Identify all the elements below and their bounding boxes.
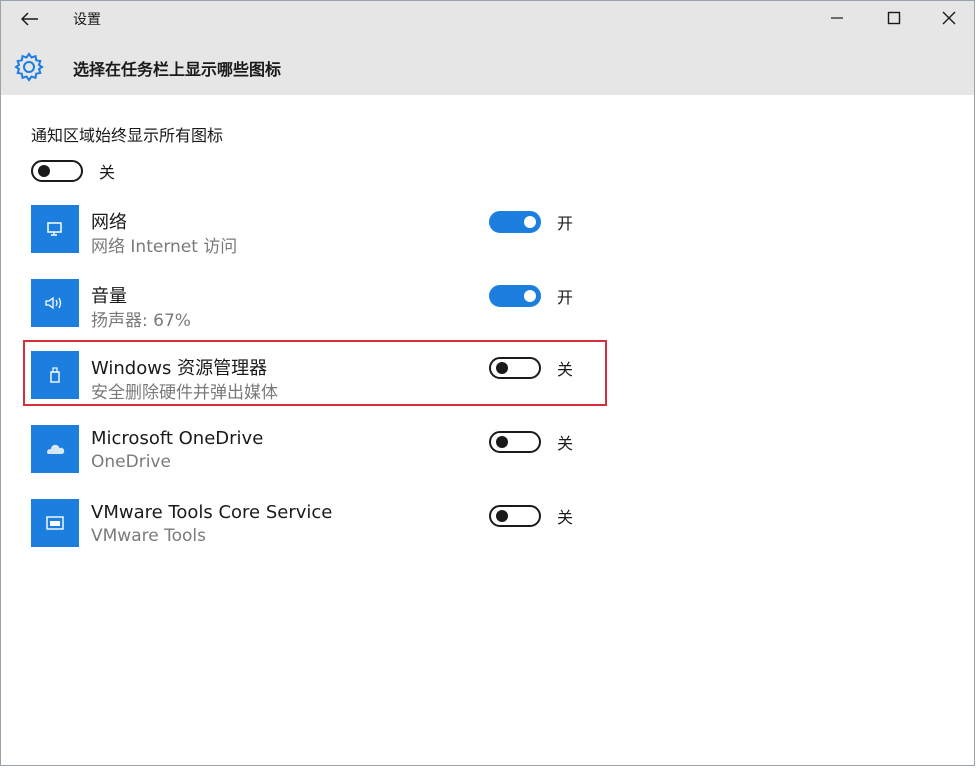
title-bar: 设置 [1,1,974,37]
window-title: 设置 [73,12,101,28]
item-title: Microsoft OneDrive [91,428,264,449]
volume-toggle-row: 开 [489,284,573,308]
item-subtitle: 网络 Internet 访问 [91,237,238,257]
always-show-all-icons-row: 关 [31,159,115,183]
onedrive-app-icon [31,425,79,473]
gear-icon [14,52,44,82]
toggle-knob [496,510,508,522]
list-item-onedrive: Microsoft OneDrive OneDrive 关 [31,425,591,477]
onedrive-toggle-row: 关 [489,430,573,454]
highlight-box [23,340,607,406]
item-subtitle: VMware Tools [91,526,206,546]
vmware-app-icon [31,499,79,547]
speaker-volume-icon [45,296,62,310]
minimize-icon [831,17,843,19]
maximize-button[interactable] [871,3,917,33]
toggle-state-label: 关 [557,434,574,453]
close-icon [942,11,956,25]
page-header: 选择在任务栏上显示哪些图标 [1,37,974,95]
settings-window: 设置 选择在任务栏上显示哪些图标 通知区域始终显示所有图标 关 网络 网络 In… [0,0,975,766]
network-app-icon [31,205,79,253]
toggle-state-label: 开 [557,214,574,233]
network-toggle-row: 开 [489,210,573,234]
volume-toggle[interactable] [489,285,541,307]
toggle-state-label: 关 [557,508,574,527]
back-button[interactable] [15,5,45,33]
vmware-toggle[interactable] [489,505,541,527]
item-title: VMware Tools Core Service [91,502,333,523]
maximize-icon [887,11,901,25]
minimize-button[interactable] [814,3,860,33]
close-button[interactable] [926,3,972,33]
list-item-network: 网络 网络 Internet 访问 开 [31,205,591,257]
onedrive-toggle[interactable] [489,431,541,453]
toggle-knob [496,436,508,448]
toggle-state-label: 开 [557,288,574,307]
toggle-knob [38,165,50,177]
vmware-icon [46,516,64,530]
cloud-icon [47,444,65,454]
volume-app-icon [31,279,79,327]
item-title: 音量 [91,286,127,307]
toggle-knob [524,216,536,228]
item-subtitle: OneDrive [91,452,171,472]
toggle-state-label: 关 [99,163,116,182]
list-item-vmware: VMware Tools Core Service VMware Tools 关 [31,499,591,551]
list-item-volume: 音量 扬声器: 67% 开 [31,279,591,331]
back-arrow-icon [21,12,38,26]
network-toggle[interactable] [489,211,541,233]
always-show-all-icons-label: 通知区域始终显示所有图标 [31,126,224,145]
always-show-all-icons-toggle[interactable] [31,160,83,182]
network-monitor-icon [47,222,62,236]
item-title: 网络 [91,212,127,233]
vmware-toggle-row: 关 [489,504,573,528]
toggle-knob [524,290,536,302]
page-title: 选择在任务栏上显示哪些图标 [73,60,282,79]
item-subtitle: 扬声器: 67% [91,311,191,331]
